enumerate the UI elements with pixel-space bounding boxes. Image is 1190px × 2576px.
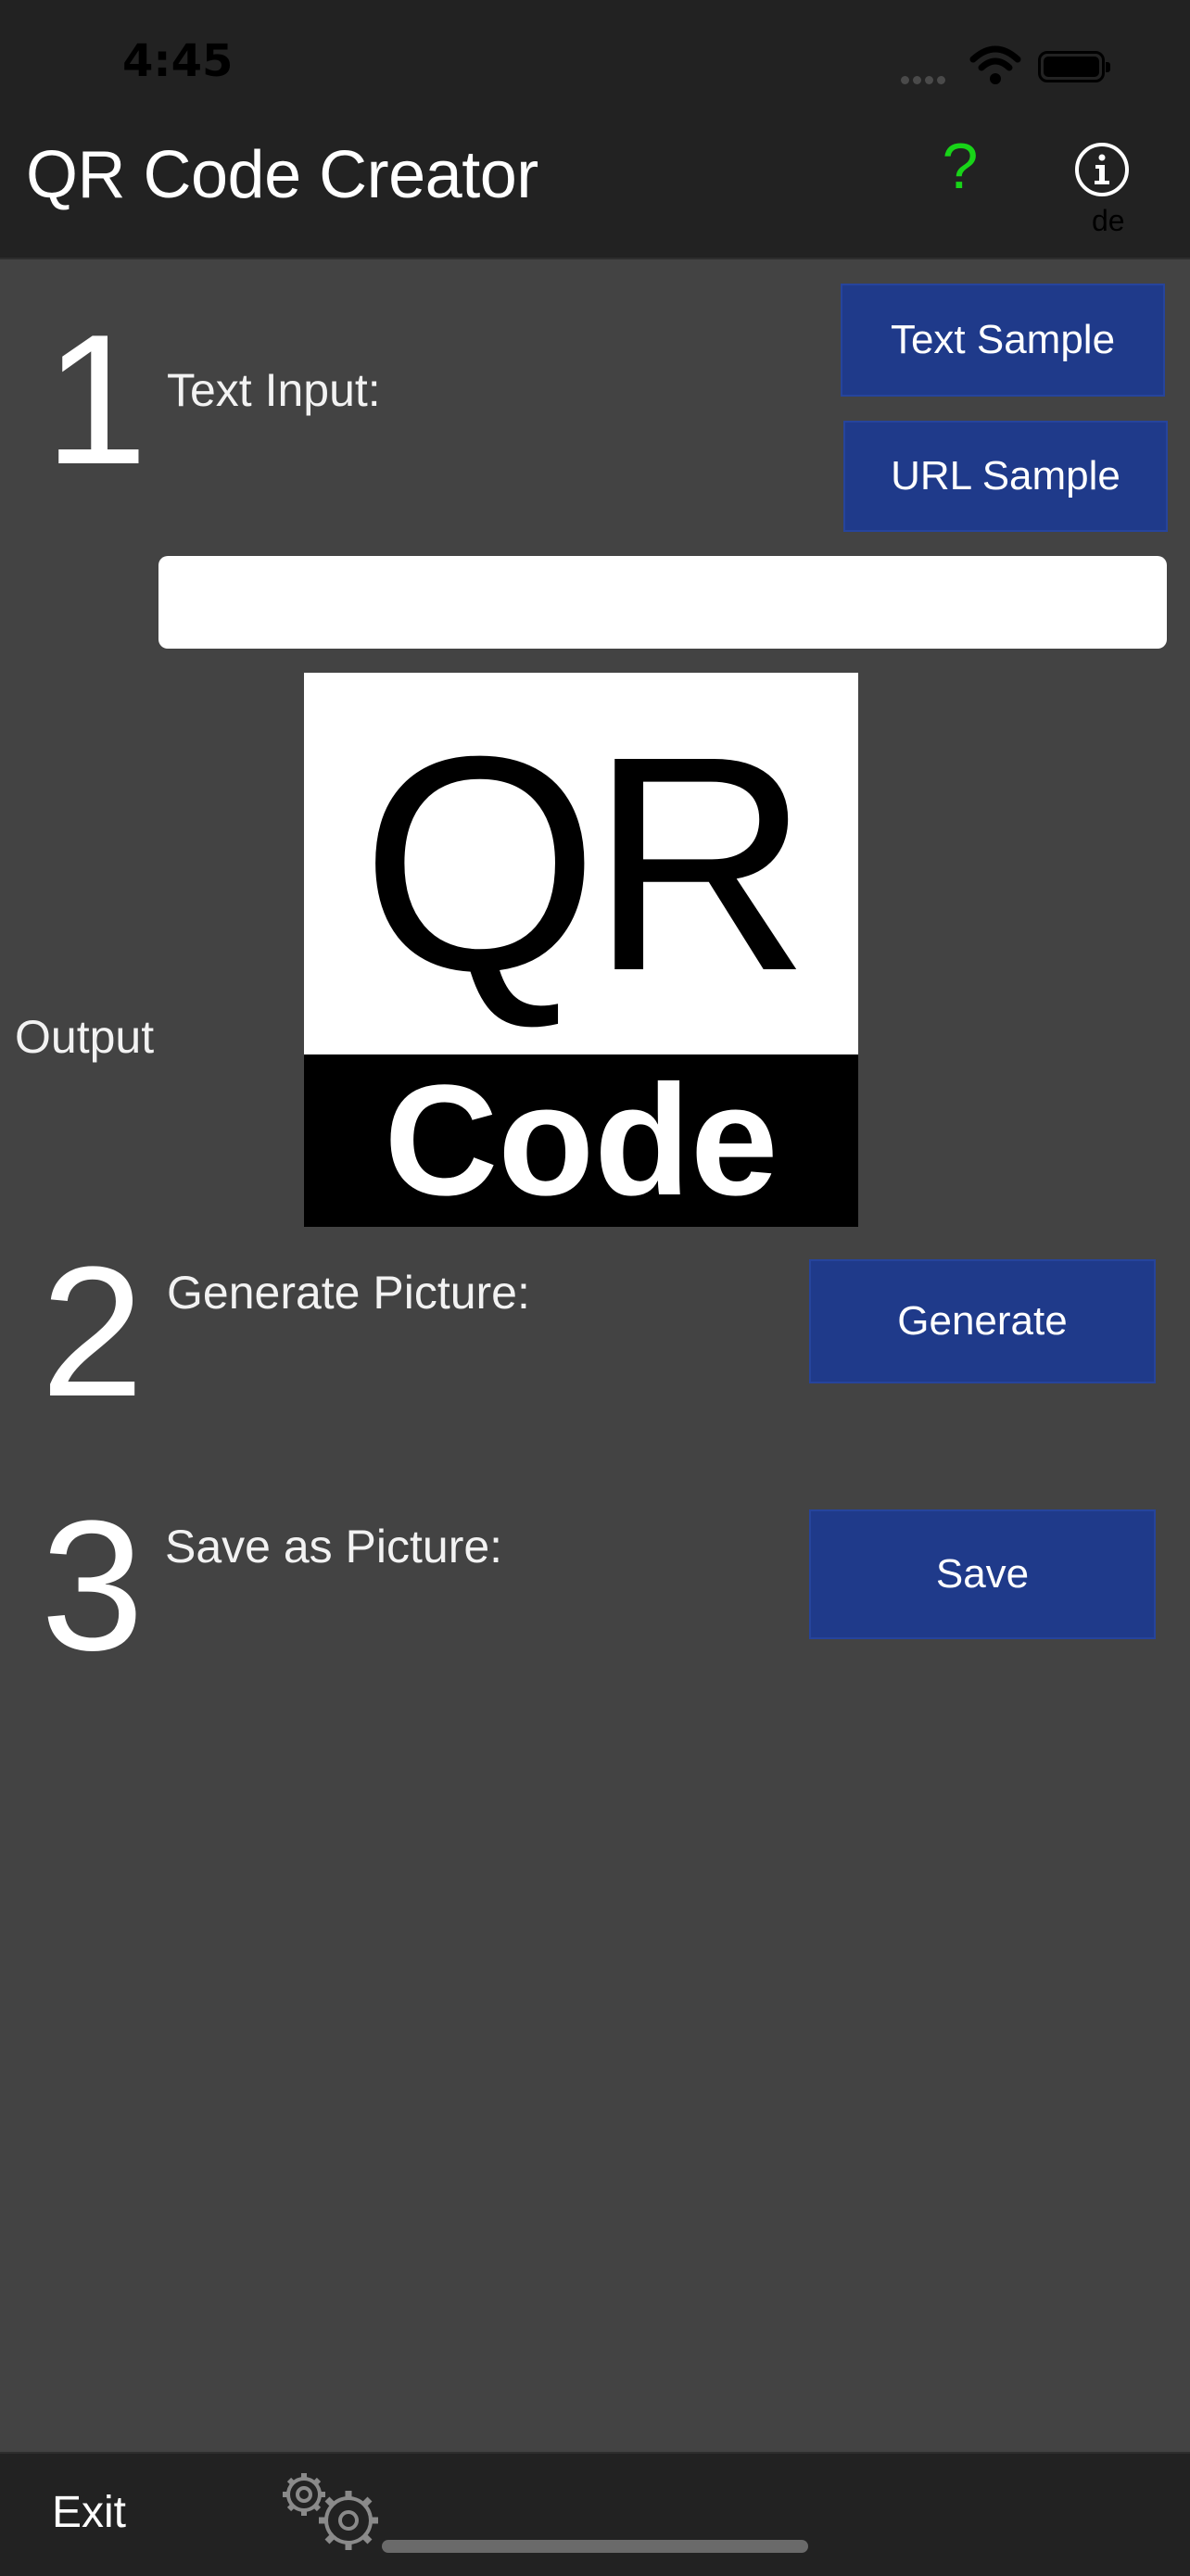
help-button[interactable]: ? (934, 132, 986, 200)
generate-picture-label: Generate Picture: (167, 1267, 530, 1319)
language-label: de (1092, 204, 1125, 237)
step-2-number: 2 (41, 1229, 145, 1435)
qr-code-preview: QR Code (304, 673, 858, 1227)
battery-icon (1038, 51, 1110, 82)
step-3-number: 3 (41, 1483, 145, 1689)
text-input-label: Text Input: (167, 364, 381, 416)
save-picture-label: Save as Picture: (165, 1521, 503, 1572)
bottom-toolbar (0, 2452, 1190, 2576)
save-button[interactable]: Save (809, 1509, 1156, 1639)
text-input-field[interactable] (158, 556, 1167, 649)
qr-preview-bottom-text: Code (304, 1054, 858, 1227)
status-time: 4:45 (122, 35, 234, 87)
url-sample-button[interactable]: URL Sample (843, 421, 1168, 532)
step-1-number: 1 (44, 297, 148, 503)
generate-button[interactable]: Generate (809, 1259, 1156, 1383)
cellular-signal-icon (901, 72, 956, 85)
text-sample-button[interactable]: Text Sample (841, 284, 1165, 397)
home-indicator (382, 2540, 808, 2553)
info-icon (1075, 143, 1129, 196)
output-label: Output (15, 1011, 155, 1063)
gears-icon[interactable] (274, 2465, 391, 2557)
qr-preview-top-text: QR (304, 673, 858, 1054)
wifi-icon (969, 45, 1021, 84)
info-button[interactable] (1073, 141, 1131, 198)
exit-button[interactable]: Exit (52, 2480, 126, 2544)
app-title: QR Code Creator (26, 138, 538, 212)
